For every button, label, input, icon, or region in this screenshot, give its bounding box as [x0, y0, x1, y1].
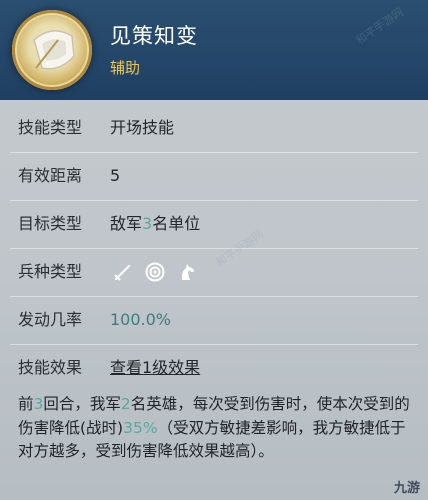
row-label: 技能效果	[18, 358, 83, 377]
row-effect: 技能效果 查看1级效果	[0, 346, 428, 390]
desc-value: 2	[120, 395, 131, 413]
sword-icon	[112, 261, 134, 283]
divider	[10, 296, 418, 297]
troop-icons	[112, 261, 198, 283]
row-value: 5	[110, 166, 121, 185]
site-logo: 九游	[393, 481, 420, 496]
skill-header: 见策知变 辅助 和平手游网	[0, 0, 428, 100]
skill-icon	[12, 10, 92, 90]
horse-icon	[176, 261, 198, 283]
desc-value: 3	[33, 395, 44, 413]
row-range: 有效距离 5	[0, 154, 428, 198]
skill-description: 前3回合，我军2名英雄，每次受到伤害时，使本次受到的伤害降低(战时)35%（受双…	[18, 393, 414, 464]
target-icon	[144, 261, 166, 283]
row-chance: 发动几率 100.0%	[0, 298, 428, 342]
row-label: 有效距离	[18, 166, 83, 185]
watermark: 和平手游网	[353, 5, 407, 48]
row-value: 敌军3名单位	[110, 202, 200, 246]
desc-text: 前	[18, 395, 34, 413]
divider	[10, 248, 418, 249]
skill-tag: 辅助	[110, 59, 141, 77]
view-effect-link[interactable]: 查看1级效果	[110, 346, 200, 390]
divider	[10, 200, 418, 201]
target-side: 敌军	[110, 214, 143, 233]
row-troop-type: 兵种类型	[0, 250, 428, 294]
row-label: 兵种类型	[18, 262, 83, 281]
row-label: 技能类型	[18, 118, 83, 137]
row-label: 发动几率	[18, 310, 83, 329]
target-count: 3	[142, 214, 153, 233]
divider	[10, 344, 418, 345]
row-target-type: 目标类型 敌军3名单位	[0, 202, 428, 246]
row-value: 开场技能	[110, 118, 175, 137]
skill-name: 见策知变	[110, 24, 198, 48]
row-label: 目标类型	[18, 214, 83, 233]
desc-value: 35%	[123, 418, 158, 437]
row-value: 100.0%	[110, 310, 172, 329]
row-skill-type: 技能类型 开场技能	[0, 106, 428, 150]
divider	[10, 152, 418, 153]
target-unit: 名单位	[152, 214, 201, 233]
desc-text: 回合，我军	[43, 395, 121, 413]
